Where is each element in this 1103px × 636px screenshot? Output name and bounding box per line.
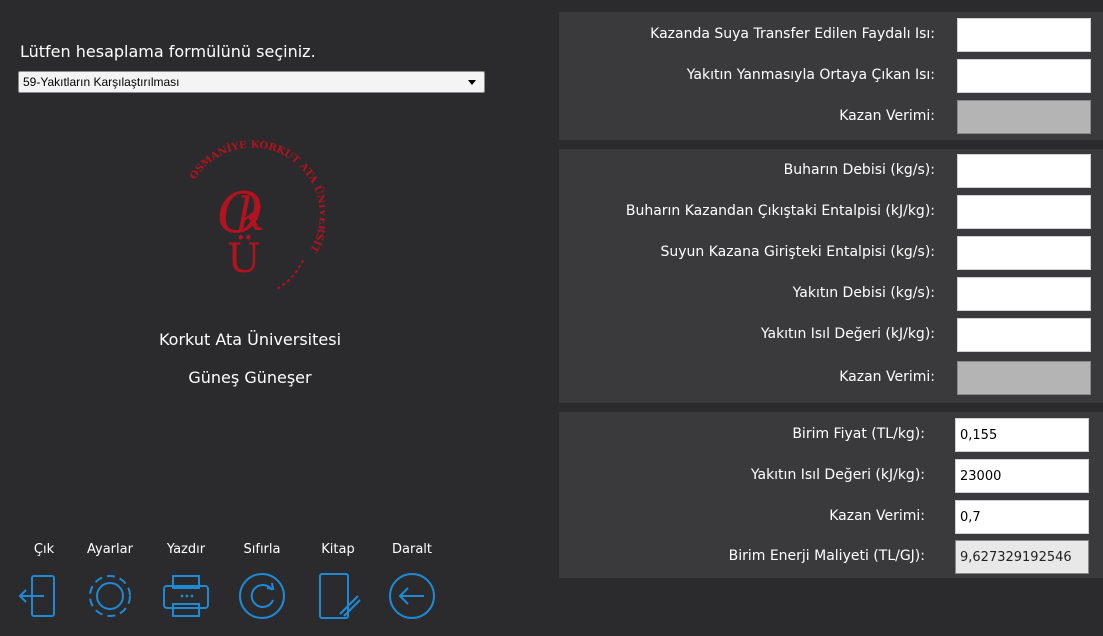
panel-heat-efficiency: Kazanda Suya Transfer Edilen Faydalı Isı…	[559, 12, 1103, 140]
field-row: Kazan Verimi:	[559, 100, 1103, 134]
panel-energy-cost: Birim Fiyat (TL/kg): Yakıtın Isıl Değeri…	[559, 412, 1103, 578]
chevron-down-icon	[468, 80, 476, 85]
field-row: Yakıtın Debisi (kg/s):	[559, 277, 1103, 311]
field-label: Yakıtın Debisi (kg/s):	[792, 285, 935, 301]
svg-text:Ü: Ü	[227, 235, 261, 282]
field-label: Birim Fiyat (TL/kg):	[792, 426, 925, 442]
exit-button[interactable]: Çık	[12, 540, 76, 628]
author-name: Güneş Güneşer	[188, 368, 312, 387]
reset-label: Sıfırla	[243, 542, 281, 557]
field-label: Yakıtın Isıl Değeri (kJ/kg):	[760, 326, 935, 342]
efficiency-input[interactable]	[955, 500, 1089, 534]
fuel-flow-input[interactable]	[957, 277, 1091, 311]
unit-price-input[interactable]	[955, 418, 1089, 452]
collapse-icon	[389, 573, 435, 619]
university-logo: OSMANİYE KORKUT ATA ÜNİVERSİTESİ O k Ü	[171, 130, 330, 300]
panel-steam-efficiency: Buharın Debisi (kg/s): Buharın Kazandan …	[559, 149, 1103, 403]
field-label: Birim Enerji Maliyeti (TL/GJ):	[728, 548, 925, 564]
field-row: Birim Fiyat (TL/kg):	[559, 418, 1103, 452]
toolbar: Çık Ayarlar Yazdır Sıfırla Kitap Daralt	[14, 540, 444, 630]
field-label: Kazan Verimi:	[839, 369, 935, 385]
print-label: Yazdır	[166, 542, 206, 557]
exit-label: Çık	[33, 542, 55, 557]
collapse-label: Daralt	[392, 542, 432, 557]
gear-icon	[89, 575, 131, 617]
svg-text:k: k	[237, 187, 265, 241]
field-label: Kazanda Suya Transfer Edilen Faydalı Isı…	[650, 26, 935, 42]
formula-select[interactable]: 59-Yakıtların Karşılaştırılması	[18, 71, 485, 93]
boiler-efficiency-output-2	[957, 361, 1091, 395]
field-label: Kazan Verimi:	[839, 108, 935, 124]
field-row: Yakıtın Yanmasıyla Ortaya Çıkan Isı:	[559, 59, 1103, 93]
reset-icon	[239, 573, 285, 619]
steam-exit-enthalpy-input[interactable]	[957, 195, 1091, 229]
field-label: Suyun Kazana Girişteki Entalpisi (kg/s):	[660, 244, 935, 260]
university-name: Korkut Ata Üniversitesi	[158, 330, 342, 349]
field-label: Buharın Kazandan Çıkıştaki Entalpisi (kJ…	[625, 203, 935, 219]
formula-prompt: Lütfen hesaplama formülünü seçiniz.	[20, 42, 316, 61]
field-row: Yakıtın Isıl Değeri (kJ/kg):	[559, 318, 1103, 352]
settings-label: Ayarlar	[87, 542, 133, 557]
field-row: Buharın Kazandan Çıkıştaki Entalpisi (kJ…	[559, 195, 1103, 229]
field-label: Yakıtın Yanmasıyla Ortaya Çıkan Isı:	[686, 67, 935, 83]
exit-icon	[18, 575, 55, 617]
book-icon	[319, 573, 361, 619]
field-label: Yakıtın Isıl Değeri (kJ/kg):	[750, 467, 925, 483]
unit-energy-cost-output	[955, 540, 1089, 574]
book-label: Kitap	[321, 542, 355, 557]
field-row: Birim Enerji Maliyeti (TL/GJ):	[559, 540, 1103, 574]
field-row: Suyun Kazana Girişteki Entalpisi (kg/s):	[559, 236, 1103, 270]
formula-select-value: 59-Yakıtların Karşılaştırılması	[23, 75, 180, 89]
book-button[interactable]: Kitap	[306, 540, 370, 628]
collapse-button[interactable]: Daralt	[380, 540, 444, 628]
combustion-heat-input[interactable]	[957, 59, 1091, 93]
heating-value-input[interactable]	[955, 459, 1089, 493]
field-label: Kazan Verimi:	[829, 508, 925, 524]
field-row: Yakıtın Isıl Değeri (kJ/kg):	[559, 459, 1103, 493]
field-label: Buharın Debisi (kg/s):	[783, 162, 935, 178]
useful-heat-input[interactable]	[957, 18, 1091, 52]
water-inlet-enthalpy-input[interactable]	[957, 236, 1091, 270]
reset-button[interactable]: Sıfırla	[230, 540, 294, 628]
steam-flow-input[interactable]	[957, 154, 1091, 188]
print-button[interactable]: Yazdır	[154, 540, 218, 628]
boiler-efficiency-output	[957, 100, 1091, 134]
field-row: Kazan Verimi:	[559, 361, 1103, 395]
field-row: Kazan Verimi:	[559, 500, 1103, 534]
settings-button[interactable]: Ayarlar	[78, 540, 142, 628]
fuel-heating-value-input[interactable]	[957, 318, 1091, 352]
field-row: Kazanda Suya Transfer Edilen Faydalı Isı…	[559, 18, 1103, 52]
left-pane: Lütfen hesaplama formülünü seçiniz. 59-Y…	[0, 0, 500, 636]
printer-icon	[163, 575, 209, 617]
field-row: Buharın Debisi (kg/s):	[559, 154, 1103, 188]
